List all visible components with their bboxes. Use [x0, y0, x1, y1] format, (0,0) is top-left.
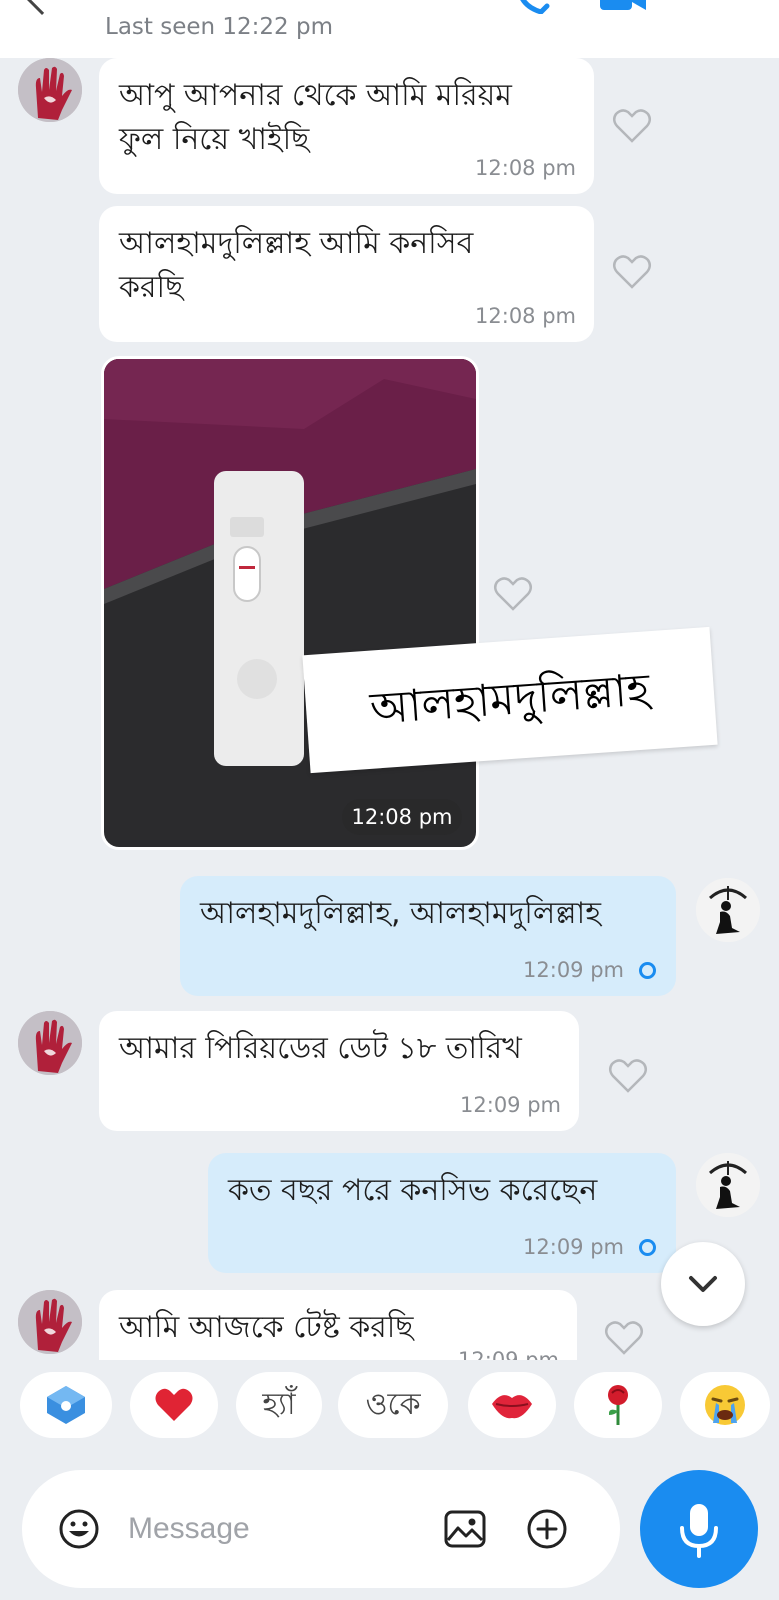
quick-reply-crying[interactable] — [680, 1372, 770, 1438]
praying-figure-avatar-icon — [696, 878, 760, 942]
message-bubble[interactable]: আপু আপনার থেকে আমি মরিয়ম ফুল নিয়ে খাইছ… — [99, 58, 594, 194]
contact-avatar[interactable] — [18, 1290, 82, 1354]
sent-status-icon — [639, 962, 656, 979]
quick-reply-ok[interactable]: ওকে — [338, 1372, 448, 1438]
back-arrow-icon[interactable] — [25, 0, 59, 15]
praying-figure-avatar-icon — [696, 1153, 760, 1217]
add-attachment-icon[interactable] — [526, 1508, 568, 1550]
gift-box-icon — [47, 1386, 85, 1424]
pregnancy-test-photo-icon — [104, 359, 476, 847]
microphone-icon — [680, 1504, 718, 1558]
message-timestamp: 12:08 pm — [475, 156, 576, 180]
gallery-icon[interactable] — [444, 1510, 486, 1548]
quick-reply-yes[interactable]: হ্যাঁ — [236, 1372, 322, 1438]
message-text-line: আমার পিরিয়ডের ডেট ১৮ তারিখ — [119, 1031, 522, 1066]
message-bubble[interactable]: আলহামদুলিল্লাহ আমি কনসিব করছি 12:08 pm — [99, 206, 594, 342]
chat-header: Last seen 12:22 pm ⋯ — [0, 0, 779, 58]
message-text-line: আপু আপনার থেকে আমি মরিয়ম — [119, 78, 512, 113]
henna-hand-avatar-icon — [18, 58, 82, 122]
phone-call-icon[interactable] — [515, 0, 555, 14]
quick-reply-kiss[interactable] — [468, 1372, 556, 1438]
sent-status-icon — [639, 1239, 656, 1256]
rose-icon — [608, 1385, 628, 1425]
message-input[interactable] — [128, 1504, 428, 1554]
message-timestamp: 12:08 pm — [475, 304, 576, 328]
message-timestamp: 12:09 pm — [523, 1235, 624, 1259]
last-seen-status: Last seen 12:22 pm — [105, 14, 333, 40]
kiss-lips-icon — [492, 1395, 532, 1419]
red-heart-icon — [155, 1388, 193, 1421]
more-options-icon[interactable]: ⋯ — [700, 0, 730, 13]
message-timestamp: 12:09 pm — [460, 1093, 561, 1117]
react-heart-icon[interactable] — [604, 1320, 644, 1356]
quick-reply-rose[interactable] — [574, 1372, 662, 1438]
scroll-to-bottom-button[interactable] — [661, 1242, 745, 1326]
message-bubble[interactable]: আলহামদুলিল্লাহ, আলহামদুলিল্লাহ 12:09 pm — [180, 876, 676, 996]
message-composer — [22, 1470, 620, 1588]
quick-reply-gift[interactable] — [20, 1372, 112, 1438]
emoji-icon[interactable] — [58, 1508, 100, 1550]
message-text-line: আলহামদুলিল্লাহ, আলহামদুলিল্লাহ — [200, 896, 601, 931]
message-timestamp: 12:09 pm — [523, 958, 624, 982]
message-bubble[interactable]: আমার পিরিয়ডের ডেট ১৮ তারিখ 12:09 pm — [99, 1011, 579, 1131]
message-bubble[interactable]: আমি আজকে টেষ্ট করছি 12:09 pm — [99, 1290, 577, 1360]
message-bubble[interactable]: কত বছর পরে কনসিভ করেছেন 12:09 pm — [208, 1153, 676, 1273]
photo-message[interactable]: 12:08 pm — [101, 356, 479, 850]
react-heart-icon[interactable] — [612, 254, 652, 290]
react-heart-icon[interactable] — [608, 1058, 648, 1094]
crying-face-icon — [705, 1385, 745, 1425]
message-timestamp: 12:09 pm — [458, 1348, 559, 1360]
my-avatar[interactable] — [696, 1153, 760, 1217]
message-text-line: আলহামদুলিল্লাহ আমি কনসিব — [119, 226, 474, 261]
react-heart-icon[interactable] — [493, 576, 533, 612]
henna-hand-avatar-icon — [18, 1290, 82, 1354]
chat-messages[interactable]: আপু আপনার থেকে আমি মরিয়ম ফুল নিয়ে খাইছ… — [0, 58, 779, 1360]
my-avatar[interactable] — [696, 878, 760, 942]
message-text-line: আমি আজকে টেষ্ট করছি — [119, 1310, 414, 1345]
react-heart-icon[interactable] — [612, 108, 652, 144]
video-call-icon[interactable] — [600, 0, 650, 14]
quick-reply-heart[interactable] — [130, 1372, 218, 1438]
chevron-down-icon — [689, 1276, 717, 1292]
henna-hand-avatar-icon — [18, 1011, 82, 1075]
contact-avatar[interactable] — [18, 58, 82, 122]
voice-record-button[interactable] — [640, 1470, 758, 1588]
contact-avatar[interactable] — [18, 1011, 82, 1075]
quick-reply-bar: হ্যাঁ ওকে — [0, 1360, 779, 1448]
photo-timestamp: 12:08 pm — [342, 799, 462, 835]
message-text-line: কত বছর পরে কনসিভ করেছেন — [228, 1173, 598, 1208]
